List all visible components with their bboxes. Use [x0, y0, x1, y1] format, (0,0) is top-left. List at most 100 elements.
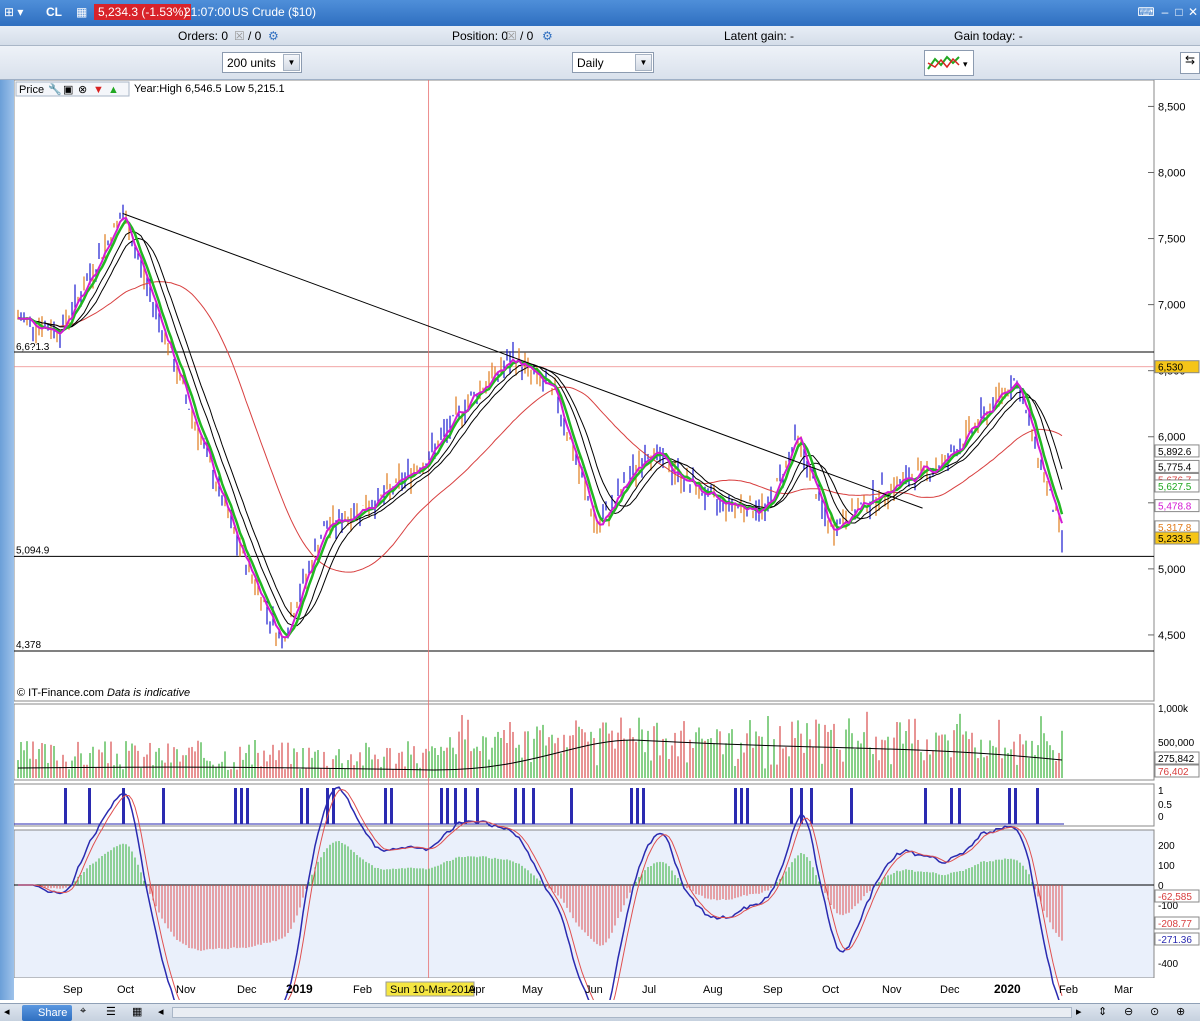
window-icon[interactable]: ▣ — [63, 84, 73, 96]
position-label: Position: 0 — [452, 29, 509, 43]
minimize-button[interactable]: – — [1158, 5, 1172, 19]
wrench-icon[interactable]: 🔧 — [48, 82, 62, 96]
pan-icon[interactable]: ⇕ — [1098, 1005, 1107, 1018]
orders-cancel-icon[interactable]: ☒ — [234, 29, 245, 43]
list-icon[interactable]: ☰ — [106, 1005, 116, 1018]
chevron-down-icon[interactable]: ▼ — [635, 54, 652, 71]
zoom-out-icon[interactable]: ⊖ — [1124, 1005, 1133, 1018]
date-label: Apr — [468, 984, 485, 996]
chart-area: 6,6?1.3 5,094.9 4,378 8,500 8,000 7,500 7,000… — [13, 79, 1200, 1021]
signal-bar — [440, 788, 443, 824]
toolbar: 200 units ▼ Daily ▼ ▾ ⇆ — [0, 46, 1200, 80]
units-select[interactable]: 200 units ▼ — [222, 52, 302, 73]
signal-bar — [454, 788, 457, 824]
maximize-button[interactable]: □ — [1172, 5, 1186, 19]
signal-bar — [1036, 788, 1039, 824]
units-value: 200 units — [227, 56, 276, 70]
zoom-in-icon[interactable]: ⊕ — [1176, 1005, 1185, 1018]
signal-bar — [1014, 788, 1017, 824]
move-down-icon[interactable]: ▼ — [93, 84, 104, 96]
macd-badge-label: -62,585 — [1158, 892, 1192, 903]
signal-bar — [630, 788, 633, 824]
signal-bar — [332, 788, 335, 824]
price-badge-label: 5,627.5 — [1158, 482, 1192, 493]
signal-tick-label: 1 — [1158, 786, 1164, 797]
keyboard-icon[interactable]: ⌨ — [1136, 5, 1156, 19]
move-up-icon[interactable]: ▲ — [108, 84, 119, 96]
latent-gain-label: Latent gain: - — [724, 29, 795, 43]
position-cancel-icon[interactable]: ☒ — [506, 29, 517, 43]
cursor-date-label: Sun 10-Mar-2019 — [390, 984, 476, 996]
zoom-reset-icon[interactable]: ⊙ — [1150, 1005, 1159, 1018]
date-label: Jul — [642, 984, 656, 996]
volume-tick-label: 500,000 — [1158, 738, 1195, 749]
macd-tick-label: 200 — [1158, 841, 1175, 852]
date-label: Aug — [703, 984, 723, 996]
date-label: Nov — [882, 984, 902, 996]
info-bar: Orders: 0 ☒ / 0 ⚙ Position: 0 ☒ / 0 ⚙ La… — [0, 26, 1200, 46]
scroll-left-icon[interactable]: ◂ — [158, 1005, 164, 1018]
chevron-down-icon[interactable]: ▼ — [283, 54, 300, 71]
collapse-panel-icon[interactable]: ⇆ — [1180, 52, 1200, 74]
date-label: Mar — [1114, 984, 1133, 996]
grid-icon[interactable]: ▦ — [132, 1005, 142, 1018]
clock-label: 21:07:00 — [184, 5, 231, 19]
orders-sep: / 0 — [248, 29, 262, 43]
level-label: 5,094.9 — [16, 545, 50, 556]
signal-bar — [810, 788, 813, 824]
instrument-name: US Crude ($10) — [232, 5, 317, 19]
indicators-icon: ▾ — [927, 55, 968, 70]
signal-bar — [850, 788, 853, 824]
close-icon[interactable]: ⊗ — [78, 84, 87, 96]
position-settings-icon[interactable]: ⚙ — [542, 29, 553, 43]
title-bar: ⊞ ▾ CL ▦ 5,234.3 (-1.53%) 21:07:00 US Cr… — [0, 0, 1200, 26]
year-info: Year:High 6,546.5 Low 5,215.1 — [134, 83, 285, 95]
signal-bar — [88, 788, 91, 824]
orders-settings-icon[interactable]: ⚙ — [268, 29, 279, 43]
date-label: Dec — [940, 984, 960, 996]
horizontal-scrollbar[interactable] — [172, 1007, 1072, 1018]
date-label: Dec — [237, 984, 257, 996]
signal-bar — [240, 788, 243, 824]
price-badge-label: 5,892.6 — [1158, 447, 1192, 458]
signal-bar — [384, 788, 387, 824]
windows-icon[interactable]: ⊞ ▾ — [4, 5, 23, 19]
date-label: 2020 — [994, 982, 1021, 996]
share-button[interactable]: Share — [22, 1005, 72, 1021]
indicators-button[interactable]: ▾ — [924, 50, 974, 76]
price-panel — [13, 79, 1155, 702]
scroll-right-icon[interactable]: ▸ — [1076, 1005, 1082, 1018]
menu-icon[interactable]: ◂ — [4, 1005, 10, 1018]
signal-bar — [162, 788, 165, 824]
volume-tick-label: 1,000k — [1158, 704, 1189, 715]
price-badge-label: 5,775.4 — [1158, 462, 1192, 473]
signal-bar — [532, 788, 535, 824]
price-badges: 6,5305,892.65,775.45,676.75,627.55,478.8… — [1154, 360, 1200, 545]
level-label: 4,378 — [16, 640, 41, 651]
price-tick-label: 7,500 — [1158, 234, 1186, 246]
close-button[interactable]: ✕ — [1186, 5, 1200, 19]
signal-bar — [446, 788, 449, 824]
crosshair-icon[interactable]: ⌖ — [80, 1005, 86, 1018]
signal-bar — [522, 788, 525, 824]
date-label: Oct — [117, 984, 134, 996]
volume-panel — [13, 703, 1155, 781]
svg-text:▾: ▾ — [963, 59, 968, 69]
signal-bar — [464, 788, 467, 824]
date-label: Sep — [63, 984, 83, 996]
signal-bar — [746, 788, 749, 824]
chart-type-icon[interactable]: ▦ — [76, 5, 87, 19]
signal-bar — [1008, 788, 1011, 824]
signal-bar — [514, 788, 517, 824]
price-tick-label: 7,000 — [1158, 300, 1186, 312]
macd-badge-label: -271.36 — [1158, 935, 1192, 946]
volume-badge-label: 275,842 — [1158, 754, 1195, 765]
signal-bar — [234, 788, 237, 824]
macd-panel — [13, 829, 1155, 979]
signal-bar — [958, 788, 961, 824]
chart-canvas[interactable]: 6,6?1.3 5,094.9 4,378 8,500 8,000 7,500 7,000… — [13, 79, 1200, 1021]
macd-tick-label: -400 — [1158, 959, 1178, 970]
price-badge-label: 5,233.5 — [1158, 534, 1192, 545]
period-select[interactable]: Daily ▼ — [572, 52, 654, 73]
signal-bar — [476, 788, 479, 824]
